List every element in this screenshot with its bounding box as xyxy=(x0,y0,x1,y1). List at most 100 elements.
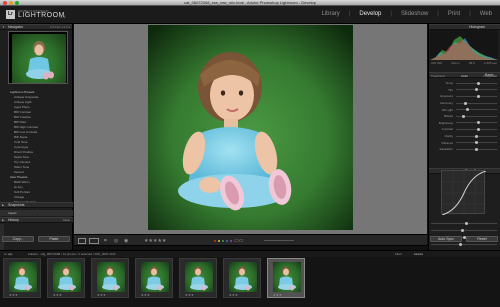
adjustment-slider[interactable] xyxy=(456,134,497,138)
module-library[interactable]: Library xyxy=(321,11,339,17)
filmstrip-path[interactable]: Folders : stig_06072008 / 12 photos / 1 … xyxy=(28,252,115,256)
module-print[interactable]: Print xyxy=(448,11,460,17)
filmstrip-thumbnail[interactable]: ★★★ xyxy=(135,258,173,298)
color-label-blue[interactable] xyxy=(226,240,228,242)
close-window-button[interactable] xyxy=(3,1,7,5)
thumbnail-rating[interactable]: ★★★ xyxy=(185,293,194,297)
navigator-header[interactable]: ▼ Navigator FIT FILL 1:1 3:1 xyxy=(0,24,72,30)
histogram-label: Histogram xyxy=(469,25,485,29)
exif-iso: ISO 200 xyxy=(431,61,443,65)
auto-sync-button[interactable]: Auto Sync xyxy=(430,236,462,242)
minimize-window-button[interactable] xyxy=(9,1,13,5)
slider-knob[interactable] xyxy=(476,81,480,85)
module-slideshow[interactable]: Slideshow xyxy=(401,11,428,17)
thumbnail-rating[interactable]: ★★★ xyxy=(97,293,106,297)
color-label-red[interactable] xyxy=(214,240,216,242)
filmstrip-thumbnail[interactable]: ★★★ xyxy=(179,258,217,298)
adjustment-slider[interactable] xyxy=(456,141,497,145)
adjustment-slider[interactable] xyxy=(456,127,497,131)
history-clear-button[interactable]: Clear xyxy=(63,218,70,223)
slider-label: Fill Light xyxy=(441,107,453,112)
filmstrip-thumbnail[interactable]: ★★★ xyxy=(91,258,129,298)
slider-knob[interactable] xyxy=(463,101,467,105)
adjustment-slider[interactable] xyxy=(456,114,497,118)
module-separator: | xyxy=(390,11,392,17)
copy-settings-button[interactable]: Copy... xyxy=(2,236,34,242)
slider-knob[interactable] xyxy=(475,141,478,145)
adjustment-slider[interactable] xyxy=(456,94,497,98)
slider-label: Recovery xyxy=(440,101,453,106)
tone-slider-highlights[interactable] xyxy=(431,222,497,225)
zoom-3-1[interactable]: 3:1 xyxy=(66,25,70,29)
history-header[interactable]: ▶ History Clear xyxy=(0,217,73,223)
thumbnail-rating[interactable]: ★★★ xyxy=(9,293,18,297)
before-after-icon[interactable] xyxy=(89,238,99,244)
adjustment-slider[interactable] xyxy=(456,81,497,85)
thumbnail-rating[interactable]: ★★★ xyxy=(273,293,282,297)
history-import-row[interactable]: Import xyxy=(0,210,73,216)
tone-curve-graph[interactable] xyxy=(441,170,487,216)
red-eye-icon[interactable]: ◉ xyxy=(124,238,128,244)
zoom-slider[interactable] xyxy=(264,240,294,241)
reset-button[interactable]: Reset xyxy=(466,236,498,242)
navigator-preview[interactable] xyxy=(8,31,68,84)
adjustment-slider[interactable] xyxy=(456,121,497,125)
color-label-dots xyxy=(214,240,232,242)
slider-label: Exposure xyxy=(440,94,453,99)
treatment-color[interactable]: Color xyxy=(461,74,468,78)
module-develop[interactable]: Develop xyxy=(359,11,381,17)
module-separator: | xyxy=(469,11,471,17)
color-label-green[interactable] xyxy=(222,240,224,242)
snapshots-header[interactable]: ▶ Snapshots xyxy=(0,202,73,208)
rating-stars-icon[interactable]: ★★★★★ xyxy=(144,238,166,244)
slider-row: Vibrance xyxy=(431,139,497,146)
slider-knob[interactable] xyxy=(475,88,478,92)
filmstrip-thumbnail[interactable]: ★★★ xyxy=(3,258,41,298)
crop-tool-icon[interactable]: ⌗ xyxy=(104,238,107,244)
loupe-view-icon[interactable] xyxy=(78,238,86,244)
zoom-1-1[interactable]: 1:1 xyxy=(61,25,65,29)
thumbnail-rating[interactable]: ★★★ xyxy=(141,293,150,297)
slider-knob[interactable] xyxy=(475,134,478,138)
zoom-fill[interactable]: FILL xyxy=(55,25,61,29)
slider-label: Vibrance xyxy=(441,140,453,145)
zoom-fit[interactable]: FIT xyxy=(50,25,54,29)
slider-row: Exposure xyxy=(431,93,497,100)
slider-row: Recovery xyxy=(431,100,497,107)
filmstrip-thumbnail[interactable]: ★★★ xyxy=(47,258,85,298)
filmstrip-thumbnail[interactable]: ★★★ xyxy=(223,258,261,298)
main-photo[interactable] xyxy=(148,25,353,230)
slider-knob[interactable] xyxy=(475,147,478,151)
filmstrip-nav-icon[interactable]: ⊞ ◀ ▶ xyxy=(4,252,13,256)
filmstrip-filter-label: Filter : xyxy=(395,252,404,256)
thumbnail-rating[interactable]: ★★★ xyxy=(53,293,62,297)
zoom-window-button[interactable] xyxy=(15,1,19,5)
basic-sliders: Temp Tint Exposure Recovery Fill Light Blacks… xyxy=(431,80,497,153)
develop-toolbar: ⌗ ◎ ◉ ★★★★★ ▭▭ xyxy=(74,234,427,246)
slider-knob[interactable] xyxy=(461,114,465,118)
slider-knob[interactable] xyxy=(476,121,480,125)
adjustment-slider[interactable] xyxy=(456,108,497,112)
presets-list: Lightroom Presets Antique Grayscale Antiqu… xyxy=(8,90,70,215)
spot-removal-icon[interactable]: ◎ xyxy=(114,238,118,244)
thumbnail-image xyxy=(9,262,37,292)
slider-knob[interactable] xyxy=(465,108,469,112)
filmstrip-thumbnail[interactable]: ★★★ xyxy=(267,258,305,298)
paste-settings-button[interactable]: Paste xyxy=(38,236,70,242)
adjustment-slider[interactable] xyxy=(456,101,497,105)
color-label-yellow[interactable] xyxy=(218,240,220,242)
tone-slider-shadows[interactable] xyxy=(431,243,497,246)
zoom-slider-icon[interactable]: ▭▭ xyxy=(234,238,243,244)
adjustment-slider[interactable] xyxy=(456,88,497,92)
tone-slider-lights[interactable] xyxy=(431,229,497,232)
color-label-purple[interactable] xyxy=(230,240,232,242)
slider-knob[interactable] xyxy=(476,94,480,98)
treatment-grayscale[interactable]: Grayscale xyxy=(483,74,497,78)
histogram[interactable] xyxy=(430,30,498,60)
slider-label: Clarity xyxy=(444,134,453,139)
filter-color-icons[interactable]: ■■■■■ xyxy=(414,252,423,256)
adjustment-slider[interactable] xyxy=(456,147,497,151)
thumbnail-rating[interactable]: ★★★ xyxy=(229,293,238,297)
module-web[interactable]: Web xyxy=(480,11,492,17)
slider-knob[interactable] xyxy=(476,127,480,131)
